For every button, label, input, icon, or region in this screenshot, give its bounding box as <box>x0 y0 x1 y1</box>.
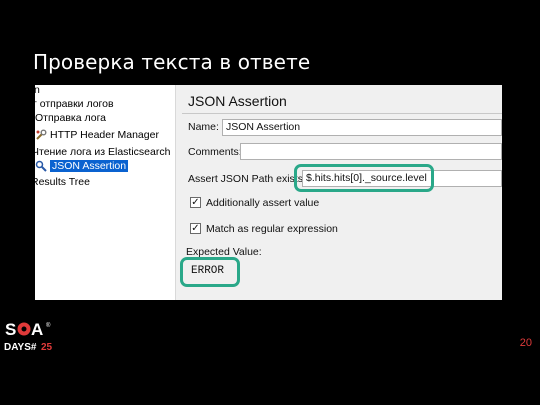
tree-item-label: n <box>35 85 40 96</box>
tree-item-label: HTTP Header Manager <box>50 129 159 141</box>
additionally-assert-checkbox[interactable]: ✓ <box>190 197 201 208</box>
svg-text:®: ® <box>46 322 51 329</box>
tree-item-json-assertion[interactable]: JSON Assertion <box>35 159 129 173</box>
highlight-expected-value <box>180 257 240 287</box>
name-field[interactable]: JSON Assertion <box>222 119 502 136</box>
svg-text:A: A <box>31 320 43 339</box>
tree-item-label: Чтение лога из Elasticsearch <box>35 146 171 158</box>
tree-item-label: Отправка лога <box>35 112 107 124</box>
regex-label: Match as regular expression <box>206 223 338 235</box>
magnifier-icon <box>35 160 47 172</box>
comments-label: Comments: <box>188 146 242 158</box>
tree-item-label: т отправки логов <box>35 98 114 110</box>
tree-item-label: Results Tree <box>35 176 90 188</box>
tree-item-header-manager[interactable]: HTTP Header Manager <box>35 128 159 142</box>
highlight-json-path <box>294 164 434 192</box>
comments-field[interactable] <box>240 143 502 160</box>
svg-text:25: 25 <box>41 342 53 353</box>
page-number: 20 <box>519 337 532 349</box>
tree-item-label: JSON Assertion <box>50 160 129 172</box>
tree-item-thread-group[interactable]: т отправки логов <box>35 97 114 111</box>
wrench-icon <box>35 129 47 141</box>
additionally-assert-label: Additionally assert value <box>206 197 320 209</box>
assertion-panel: JSON Assertion Name: JSON Assertion Comm… <box>176 85 502 300</box>
divider <box>182 113 502 114</box>
slide-title: Проверка текста в ответе <box>33 50 311 74</box>
svg-text:DAYS#: DAYS# <box>4 342 37 353</box>
svg-text:S: S <box>5 320 16 339</box>
test-plan-tree: n т отправки логов Отправка лога HTTP He… <box>35 85 175 300</box>
jmeter-screenshot: n т отправки логов Отправка лога HTTP He… <box>35 85 502 300</box>
panel-title: JSON Assertion <box>188 93 287 109</box>
tree-item-send-log[interactable]: Отправка лога <box>35 111 106 125</box>
json-path-label: Assert JSON Path exists: <box>188 173 306 185</box>
tree-item-results-tree[interactable]: Results Tree <box>35 175 90 189</box>
tree-item-root[interactable]: n <box>35 85 40 97</box>
sqa-days-logo: S A ® DAYS# 25 <box>4 318 64 354</box>
name-label: Name: <box>188 121 219 133</box>
tree-item-read-log[interactable]: Чтение лога из Elasticsearch <box>35 145 170 159</box>
regex-checkbox[interactable]: ✓ <box>190 223 201 234</box>
